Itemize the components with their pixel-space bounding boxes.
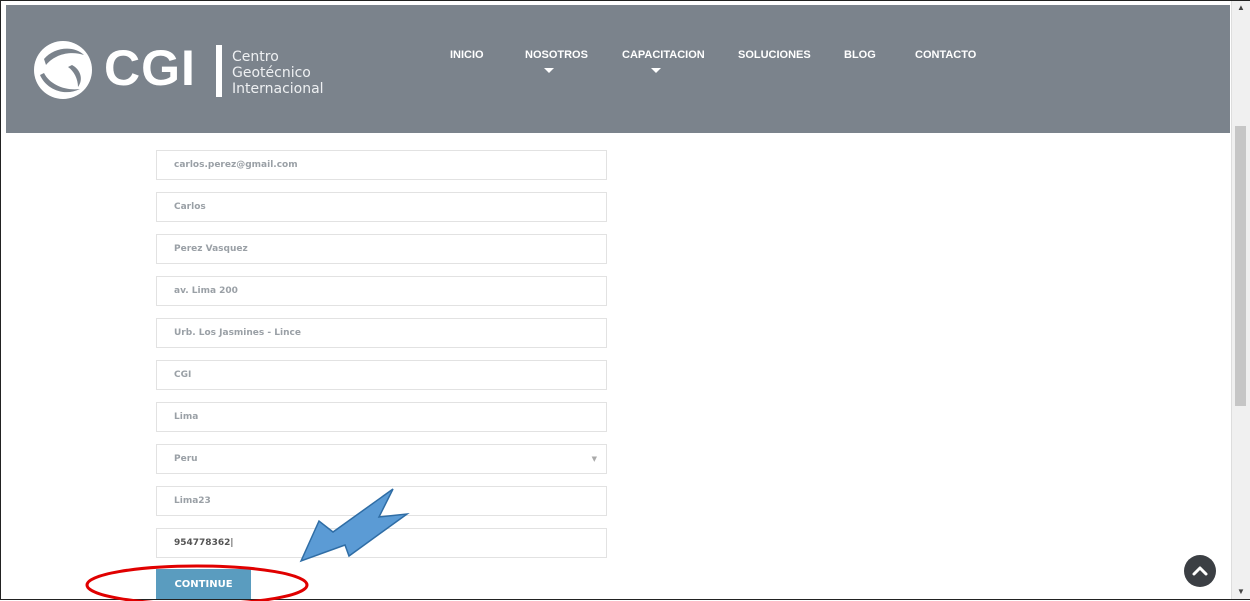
nav-item-contacto[interactable]: CONTACTO	[915, 49, 976, 61]
phone-field[interactable]: 954778362|	[156, 528, 607, 558]
scroll-up-icon[interactable]: ▲	[1232, 1, 1250, 15]
nav-item-nosotros[interactable]: NOSOTROS	[525, 49, 588, 61]
company-field[interactable]: CGI	[156, 360, 607, 390]
logo-subtitle: Centro Geotécnico Internacional	[232, 49, 324, 97]
nav-item-soluciones[interactable]: SOLUCIONES	[738, 49, 811, 61]
text-cursor: |	[230, 538, 234, 548]
back-to-top-button[interactable]	[1184, 555, 1216, 587]
first-name-field[interactable]: Carlos	[156, 192, 607, 222]
nav-item-blog[interactable]: BLOG	[844, 49, 876, 61]
nav-item-inicio[interactable]: INICIO	[450, 49, 484, 61]
country-select[interactable]: Peru ▼	[156, 444, 607, 474]
capacitacion-dropdown-icon	[651, 68, 661, 73]
postcode-field[interactable]: Lima23	[156, 486, 607, 516]
browser-viewport: CGI Centro Geotécnico Internacional INIC…	[0, 0, 1250, 601]
nav-item-capacitacion[interactable]: CAPACITACION	[622, 49, 705, 61]
address-line1-field[interactable]: av. Lima 200	[156, 276, 607, 306]
city-field[interactable]: Lima	[156, 402, 607, 432]
logo-subtitle-line1: Centro	[232, 49, 279, 65]
scroll-down-icon[interactable]: ▼	[1232, 585, 1250, 599]
logo-subtitle-line2: Geotécnico	[232, 65, 311, 81]
logo-wordmark[interactable]: CGI	[104, 39, 196, 97]
chevron-up-icon	[1192, 566, 1208, 576]
logo-subtitle-line3: Internacional	[232, 81, 324, 97]
country-selected-value: Peru	[174, 454, 198, 464]
chevron-down-icon: ▼	[591, 455, 597, 463]
email-field[interactable]: carlos.perez@gmail.com	[156, 150, 607, 180]
cgi-logo-icon[interactable]	[32, 39, 94, 101]
scrollbar-thumb[interactable]	[1235, 126, 1246, 406]
site-header: CGI Centro Geotécnico Internacional INIC…	[6, 5, 1230, 133]
continue-button[interactable]: CONTINUE	[156, 569, 251, 599]
nosotros-dropdown-icon	[544, 68, 554, 73]
phone-value: 954778362	[174, 538, 231, 548]
address-line2-field[interactable]: Urb. Los Jasmines - Lince	[156, 318, 607, 348]
last-name-field[interactable]: Perez Vasquez	[156, 234, 607, 264]
logo-divider	[216, 45, 222, 97]
vertical-scrollbar[interactable]: ▲ ▼	[1231, 1, 1250, 599]
